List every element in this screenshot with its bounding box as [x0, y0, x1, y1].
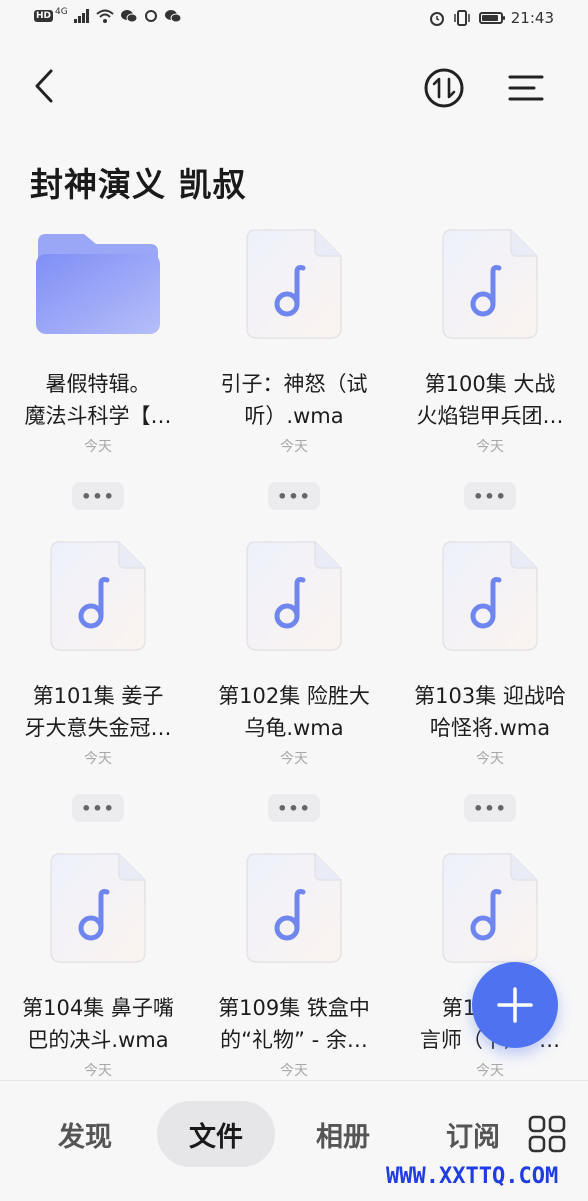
alarm-icon — [429, 12, 444, 26]
file-thumbnail — [229, 848, 359, 968]
clock: 21:43 — [510, 9, 554, 27]
file-date: 今天 — [280, 439, 308, 455]
file-name: 第100集 大战 火焰铠甲兵团… — [400, 368, 580, 432]
apps-grid-icon[interactable] — [528, 1115, 566, 1153]
top-app-bar — [0, 50, 588, 126]
network-type: 4G — [55, 7, 68, 17]
more-options-button[interactable]: ••• — [268, 482, 320, 510]
file-thumbnail — [33, 848, 163, 968]
file-name: 第109集 铁盒中 的“礼物” - 余… — [204, 992, 384, 1056]
file-date: 今天 — [84, 1063, 112, 1079]
file-name: 引子：神怒（试 听）.wma — [204, 368, 384, 432]
file-thumbnail — [229, 224, 359, 344]
file-name-line: 引子：神怒（试 — [220, 372, 368, 396]
back-arrow-icon — [35, 69, 53, 103]
nav-subscriptions[interactable]: 订阅 — [428, 1101, 518, 1167]
file-item[interactable]: 第102集 险胜大 乌龟.wma 今天 ••• — [196, 536, 392, 836]
wifi-icon — [96, 9, 114, 23]
file-name-line: 第103集 迎战哈 — [414, 684, 566, 708]
more-options-button[interactable]: ••• — [464, 794, 516, 822]
file-name-line: 暑假特辑。 — [45, 372, 151, 396]
file-date: 今天 — [84, 439, 112, 455]
nav-discover[interactable]: 发现 — [40, 1101, 130, 1167]
file-thumbnail — [33, 224, 163, 344]
file-date: 今天 — [476, 439, 504, 455]
file-thumbnail — [33, 536, 163, 656]
file-item[interactable]: 第100集 大战 火焰铠甲兵团… 今天 ••• — [392, 224, 588, 524]
file-name: 第103集 迎战哈 哈怪将.wma — [400, 680, 580, 744]
more-options-button[interactable]: ••• — [72, 794, 124, 822]
sort-button[interactable] — [422, 66, 466, 110]
file-name-line: 巴的决斗.wma — [27, 1028, 169, 1052]
music-file-icon — [50, 541, 146, 651]
battery-icon — [478, 12, 505, 24]
file-name-line: 火焰铠甲兵团… — [416, 404, 564, 428]
file-name-line: 牙大意失金冠… — [24, 716, 172, 740]
file-name-line: 魔法斗科学【… — [24, 404, 172, 428]
file-thumbnail — [425, 224, 555, 344]
file-name-line: 第109集 铁盒中 — [218, 996, 370, 1020]
music-file-icon — [442, 541, 538, 651]
wechat-icon — [164, 10, 182, 23]
file-name-line: 听）.wma — [244, 404, 344, 428]
file-name-line: 第101集 姜子 — [32, 684, 164, 708]
file-thumbnail — [229, 536, 359, 656]
file-name-line: 哈怪将.wma — [429, 716, 551, 740]
watermark: WWW.XXTTQ.COM — [386, 1164, 559, 1189]
music-file-icon — [442, 229, 538, 339]
more-options-button[interactable]: ••• — [72, 482, 124, 510]
file-name: 第104集 鼻子嘴 巴的决斗.wma — [8, 992, 188, 1056]
file-item[interactable]: 第103集 迎战哈 哈怪将.wma 今天 ••• — [392, 536, 588, 836]
file-date: 今天 — [84, 751, 112, 767]
file-date: 今天 — [280, 751, 308, 767]
wechat-icon — [120, 10, 138, 23]
menu-icon — [508, 75, 544, 101]
file-name-line: 第102集 险胜大 — [218, 684, 370, 708]
page-title: 封神演义 凯叔 — [30, 165, 247, 204]
music-file-icon — [442, 853, 538, 963]
folder-item[interactable]: 暑假特辑。魔法斗科学【… 今天 ••• — [0, 224, 196, 524]
file-date: 今天 — [476, 1063, 504, 1079]
music-file-icon — [246, 853, 342, 963]
file-name: 第102集 险胜大 乌龟.wma — [204, 680, 384, 744]
nav-files[interactable]: 文件 — [157, 1101, 275, 1167]
vibrate-icon — [454, 10, 470, 26]
file-name: 第101集 姜子 牙大意失金冠… — [8, 680, 188, 744]
sort-icon — [424, 68, 464, 108]
music-file-icon — [246, 541, 342, 651]
nav-albums[interactable]: 相册 — [298, 1101, 388, 1167]
file-item[interactable]: 引子：神怒（试 听）.wma 今天 ••• — [196, 224, 392, 524]
file-name-line: 第104集 鼻子嘴 — [22, 996, 174, 1020]
status-bar: HD 4G 21:43 — [0, 0, 588, 36]
file-name-line: 的“礼物” - 余… — [220, 1028, 368, 1052]
file-name: 暑假特辑。魔法斗科学【… — [8, 368, 188, 432]
music-file-icon — [246, 229, 342, 339]
file-name-line: 第100集 大战 — [424, 372, 556, 396]
file-name-line: 乌龟.wma — [244, 716, 344, 740]
signal-icon — [73, 9, 89, 23]
add-button[interactable] — [472, 962, 558, 1048]
hd-badge: HD — [34, 10, 54, 22]
menu-button[interactable] — [506, 68, 546, 108]
file-item[interactable]: 第101集 姜子 牙大意失金冠… 今天 ••• — [0, 536, 196, 836]
file-thumbnail — [425, 848, 555, 968]
file-date: 今天 — [280, 1063, 308, 1079]
music-file-icon — [50, 853, 146, 963]
more-options-button[interactable]: ••• — [464, 482, 516, 510]
folder-icon — [36, 234, 160, 334]
back-button[interactable] — [26, 68, 62, 104]
file-thumbnail — [425, 536, 555, 656]
plus-icon — [497, 987, 533, 1023]
sync-icon — [144, 10, 157, 22]
more-options-button[interactable]: ••• — [268, 794, 320, 822]
file-date: 今天 — [476, 751, 504, 767]
